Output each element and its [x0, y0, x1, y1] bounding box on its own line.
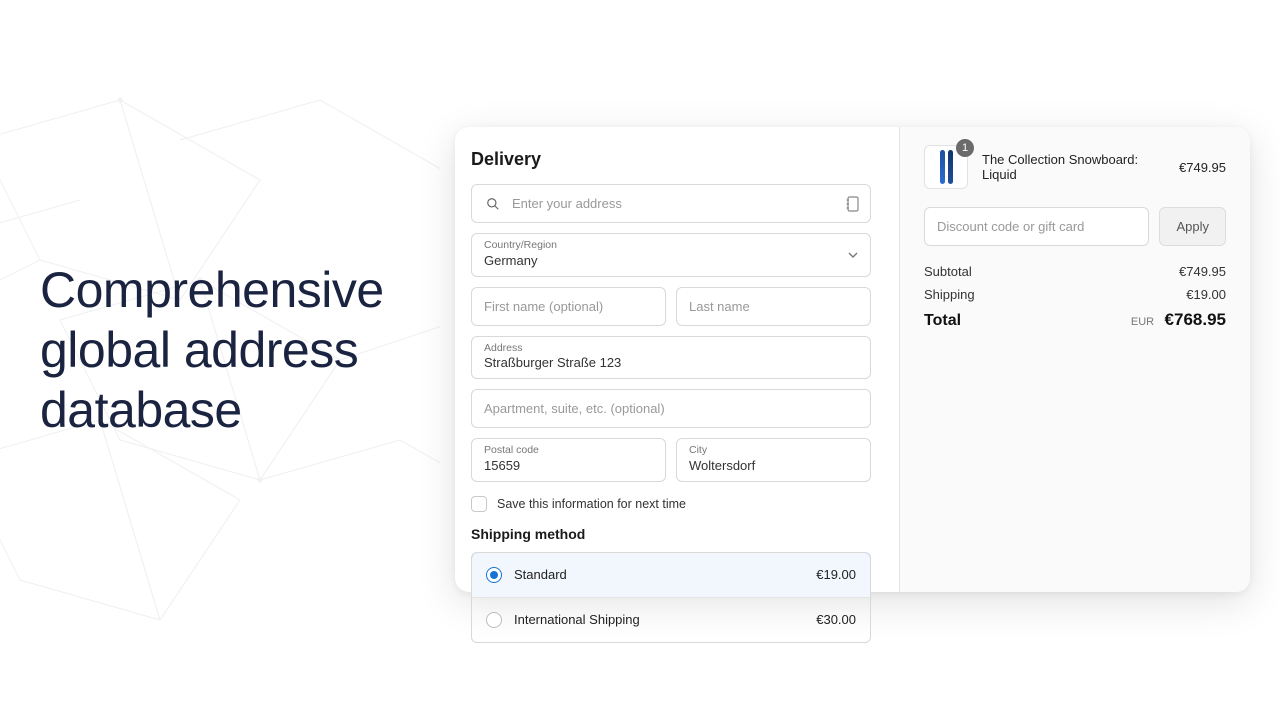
- discount-input[interactable]: [925, 208, 1148, 245]
- search-icon: [486, 197, 500, 211]
- delivery-pane: Delivery Country/Region: [455, 127, 900, 592]
- address-book-icon[interactable]: [846, 196, 860, 212]
- postal-label: Postal code: [472, 439, 665, 456]
- qty-badge: 1: [956, 139, 974, 157]
- country-select[interactable]: Country/Region: [471, 233, 871, 277]
- city-input[interactable]: [677, 456, 870, 481]
- total-value: €768.95: [1165, 310, 1226, 329]
- apply-button[interactable]: Apply: [1159, 207, 1226, 246]
- checkout-card: Delivery Country/Region: [455, 127, 1250, 592]
- cart-item-price: €749.95: [1179, 160, 1226, 175]
- address-search-field[interactable]: [471, 184, 871, 223]
- apartment-input[interactable]: [472, 390, 870, 427]
- subtotal-value: €749.95: [1179, 264, 1226, 279]
- hero-headline: Comprehensive global address database: [40, 260, 420, 440]
- shipping-method-title: Shipping method: [471, 526, 871, 542]
- total-row: Total EUR €768.95: [924, 310, 1226, 330]
- shipping-option-name: Standard: [514, 567, 567, 582]
- shipping-options: Standard €19.00 International Shipping €…: [471, 552, 871, 643]
- product-thumbnail: 1: [924, 145, 968, 189]
- radio-checked-icon: [486, 567, 502, 583]
- apartment-field[interactable]: [471, 389, 871, 428]
- shipping-label: Shipping: [924, 287, 975, 302]
- order-summary-pane: 1 The Collection Snowboard: Liquid €749.…: [900, 127, 1250, 592]
- shipping-row: Shipping €19.00: [924, 287, 1226, 302]
- city-label: City: [677, 439, 870, 456]
- delivery-title: Delivery: [471, 149, 871, 170]
- total-label: Total: [924, 312, 961, 330]
- first-name-input[interactable]: [472, 288, 665, 325]
- address-field[interactable]: Address: [471, 336, 871, 380]
- shipping-option-international[interactable]: International Shipping €30.00: [472, 597, 870, 642]
- subtotal-row: Subtotal €749.95: [924, 264, 1226, 279]
- save-info-checkbox[interactable]: Save this information for next time: [471, 496, 871, 512]
- radio-unchecked-icon: [486, 612, 502, 628]
- address-input[interactable]: [472, 353, 870, 378]
- shipping-value: €19.00: [1186, 287, 1226, 302]
- city-field[interactable]: City: [676, 438, 871, 482]
- shipping-option-standard[interactable]: Standard €19.00: [471, 552, 871, 598]
- save-info-label: Save this information for next time: [497, 497, 686, 511]
- checkbox-icon: [471, 496, 487, 512]
- last-name-field[interactable]: [676, 287, 871, 326]
- country-label: Country/Region: [472, 234, 848, 251]
- subtotal-label: Subtotal: [924, 264, 972, 279]
- address-search-input[interactable]: [500, 185, 846, 222]
- shipping-option-name: International Shipping: [514, 612, 640, 627]
- chevron-down-icon: [848, 252, 858, 258]
- discount-field[interactable]: [924, 207, 1149, 246]
- currency-code: EUR: [1131, 316, 1154, 328]
- country-value[interactable]: [472, 251, 848, 276]
- postal-input[interactable]: [472, 456, 665, 481]
- address-label: Address: [472, 337, 870, 354]
- first-name-field[interactable]: [471, 287, 666, 326]
- postal-field[interactable]: Postal code: [471, 438, 666, 482]
- shipping-option-price: €19.00: [816, 567, 856, 582]
- cart-item: 1 The Collection Snowboard: Liquid €749.…: [924, 145, 1226, 189]
- shipping-option-price: €30.00: [816, 612, 856, 627]
- cart-item-name: The Collection Snowboard: Liquid: [982, 152, 1165, 182]
- last-name-input[interactable]: [677, 288, 870, 325]
